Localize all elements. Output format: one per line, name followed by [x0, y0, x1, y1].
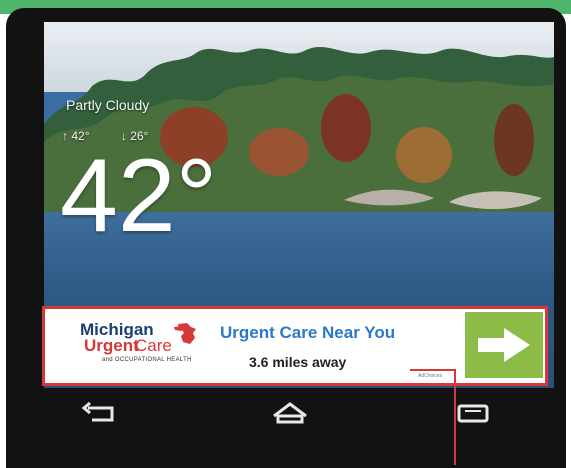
android-navigation-bar	[6, 394, 571, 454]
ad-brand-main: Urgent	[84, 336, 139, 355]
michigan-map-icon	[174, 323, 196, 344]
ad-action-button[interactable]	[465, 312, 543, 378]
ad-brand-main-2: Care	[135, 336, 172, 355]
recent-apps-icon[interactable]	[451, 400, 495, 428]
weather-condition: Partly Cloudy	[66, 97, 150, 113]
phone-frame: Partly Cloudy ↑ 42° ↓ 26° 42° Michigan U…	[6, 8, 566, 468]
back-icon[interactable]	[80, 400, 124, 428]
current-temperature: 42°	[60, 138, 218, 254]
arrow-right-icon	[478, 328, 530, 362]
ad-distance: 3.6 miles away	[249, 354, 347, 370]
ad-choices[interactable]: AdChoices	[418, 373, 442, 379]
ad-brand-subtitle: and OCCUPATIONAL HEALTH	[102, 357, 192, 363]
home-icon[interactable]	[268, 400, 312, 428]
pointer-line-horizontal	[410, 369, 454, 371]
ad-headline[interactable]: Urgent Care Near You	[220, 323, 395, 343]
advertisement-banner[interactable]: Michigan Urgent Care and OCCUPATIONAL HE…	[42, 306, 548, 386]
